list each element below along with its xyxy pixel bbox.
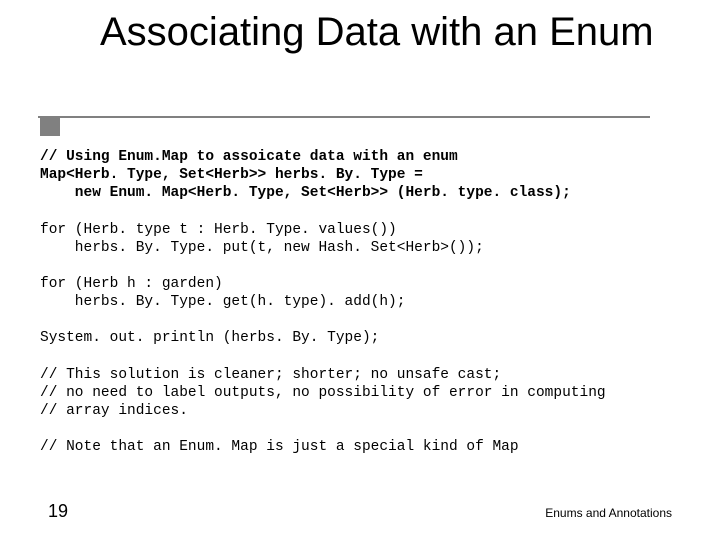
code-line: new Enum. Map<Herb. Type, Set<Herb>> (He… [40,185,571,201]
footer-right: Enums and Annotations [545,506,672,520]
code-line: herbs. By. Type. put(t, new Hash. Set<He… [40,240,484,256]
code-line: System. out. println (herbs. By. Type); [40,330,379,346]
code-line: // array indices. [40,403,188,419]
slide: Associating Data with an Enum // Using E… [0,0,720,540]
code-line: // Note that an Enum. Map is just a spec… [40,439,519,455]
code-line: // Using Enum.Map to assoicate data with… [40,149,458,165]
page-number: 19 [48,501,68,522]
code-line: for (Herb. type t : Herb. Type. values()… [40,222,397,238]
code-block: // Using Enum.Map to assoicate data with… [40,148,680,456]
title-block: Associating Data with an Enum [100,10,680,54]
accent-box [40,118,60,136]
slide-title: Associating Data with an Enum [100,10,680,54]
code-line: for (Herb h : garden) [40,276,223,292]
code-line: // This solution is cleaner; shorter; no… [40,367,501,383]
code-line: herbs. By. Type. get(h. type). add(h); [40,294,405,310]
code-line: Map<Herb. Type, Set<Herb>> herbs. By. Ty… [40,167,423,183]
accent-line [38,116,650,118]
code-line: // no need to label outputs, no possibil… [40,385,606,401]
